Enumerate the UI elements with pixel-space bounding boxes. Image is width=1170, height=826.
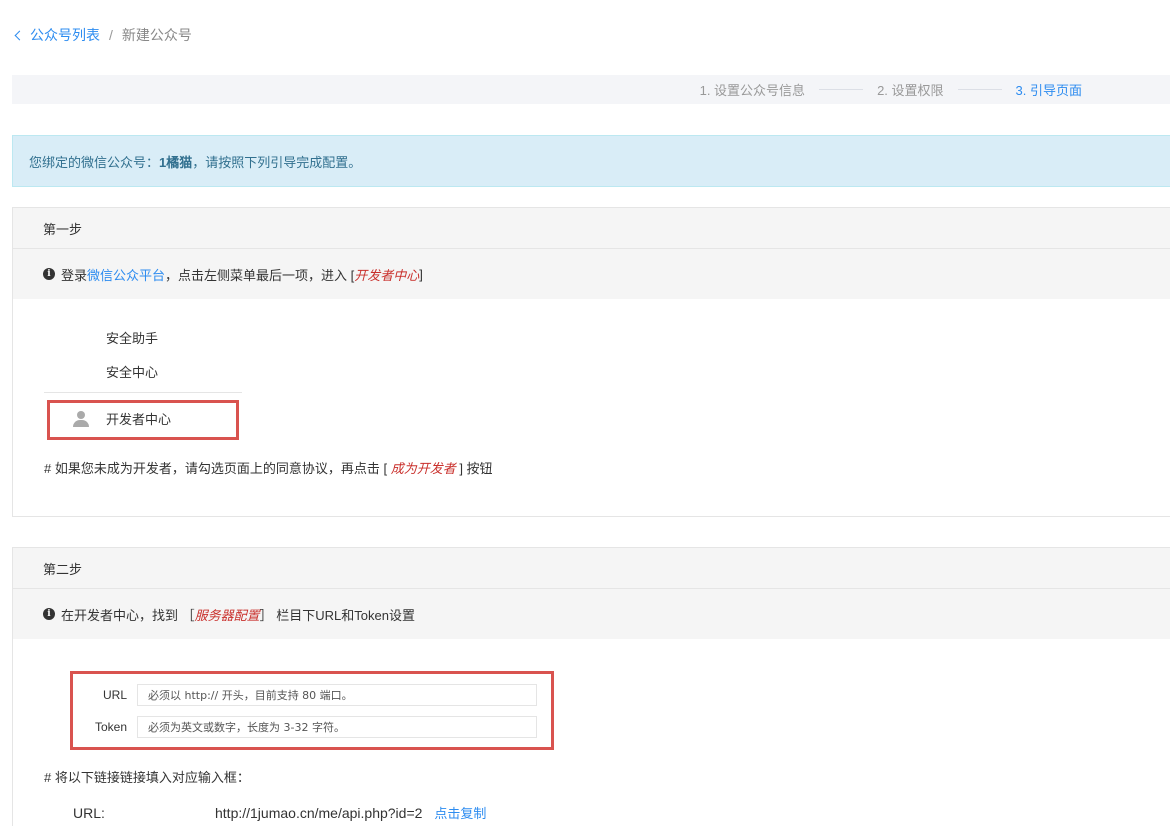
steps-bar: 1. 设置公众号信息 2. 设置权限 3. 引导页面 — [12, 75, 1170, 104]
step1-panel: 第一步 i 登录 微信公众平台 ，点击左侧菜单最后一项，进入 [ 开发者中心 ]… — [12, 207, 1170, 517]
highlight-box — [70, 671, 554, 750]
alert-prefix: 您绑定的微信公众号： — [29, 154, 160, 170]
step-connector — [819, 89, 864, 90]
copy-url-row: URL: http://1jumao.cn/me/api.php?id=2 点击… — [73, 803, 486, 822]
breadcrumb-separator: / — [109, 27, 113, 43]
alert-suffix: ，请按照下列引导完成配置。 — [192, 154, 362, 170]
back-link[interactable]: 公众号列表 — [14, 25, 100, 45]
copy-url-value: http://1jumao.cn/me/api.php?id=2 — [215, 804, 423, 821]
step-connector — [957, 89, 1002, 90]
step1-note-suffix: ] 按钮 — [455, 461, 493, 476]
url-label: URL — [102, 688, 127, 702]
breadcrumb: 公众号列表 / 新建公众号 — [14, 25, 192, 45]
menu-item-developer-center: 开发者中心 — [73, 409, 171, 428]
info-icon: i — [43, 608, 55, 620]
url-row: URL 必须以 http:// 开头，目前支持 80 端口。 — [73, 684, 537, 706]
step2-tip: i 在开发者中心，找到 ［ 服务器配置 ］ 栏目下URL和Token设置 — [13, 589, 1170, 639]
user-icon — [73, 410, 89, 427]
step1-tip-prefix: 登录 — [61, 267, 88, 283]
step2-tip-prefix: 在开发者中心，找到 ［ — [61, 607, 195, 623]
alert-account: 1橘猫 — [159, 154, 193, 170]
step1-tip-suffix: ] — [419, 266, 423, 282]
token-row: Token 必须为英文或数字，长度为 3-32 字符。 — [73, 716, 537, 738]
wechat-platform-link[interactable]: 微信公众平台 — [87, 265, 165, 284]
step1-tip: i 登录 微信公众平台 ，点击左侧菜单最后一项，进入 [ 开发者中心 ] — [13, 249, 1170, 299]
step2-tip-suffix: ］ 栏目下URL和Token设置 — [259, 607, 415, 623]
step-2: 2. 设置权限 — [877, 83, 944, 98]
step2-title: 第二步 — [13, 548, 1170, 589]
token-label: Token — [94, 720, 127, 734]
step1-title: 第一步 — [13, 208, 1170, 249]
url-input-example: 必须以 http:// 开头，目前支持 80 端口。 — [137, 684, 537, 706]
developer-center-label: 开发者中心 — [106, 412, 172, 427]
breadcrumb-current: 新建公众号 — [121, 27, 192, 43]
info-icon: i — [43, 268, 55, 280]
menu-item-security-assistant: 安全助手 — [106, 331, 159, 346]
chevron-left-icon — [14, 30, 25, 41]
step1-note-em: 成为开发者 — [390, 461, 456, 476]
step-1: 1. 设置公众号信息 — [699, 83, 806, 98]
step2-note: # 将以下链接链接填入对应输入框： — [44, 770, 250, 785]
menu-item-security-center: 安全中心 — [106, 365, 159, 380]
step1-tip-mid: ，点击左侧菜单最后一项，进入 [ — [165, 267, 355, 283]
menu-divider — [44, 392, 242, 393]
step2-tip-em: 服务器配置 — [194, 607, 260, 623]
step2-panel: 第二步 i 在开发者中心，找到 ［ 服务器配置 ］ 栏目下URL和Token设置… — [12, 547, 1170, 826]
token-input-example: 必须为英文或数字，长度为 3-32 字符。 — [137, 716, 537, 738]
step1-note: # 如果您未成为开发者，请勾选页面上的同意协议，再点击 [ 成为开发者 ] 按钮 — [44, 458, 493, 477]
step1-note-prefix: # 如果您未成为开发者，请勾选页面上的同意协议，再点击 [ — [44, 461, 391, 476]
copy-button[interactable]: 点击复制 — [434, 803, 486, 822]
back-link-label: 公众号列表 — [30, 27, 100, 43]
info-alert: 您绑定的微信公众号： 1橘猫 ，请按照下列引导完成配置。 — [12, 135, 1170, 187]
step-3: 3. 引导页面 — [1015, 83, 1082, 98]
step1-tip-em: 开发者中心 — [354, 267, 420, 283]
copy-url-key: URL: — [73, 804, 105, 821]
